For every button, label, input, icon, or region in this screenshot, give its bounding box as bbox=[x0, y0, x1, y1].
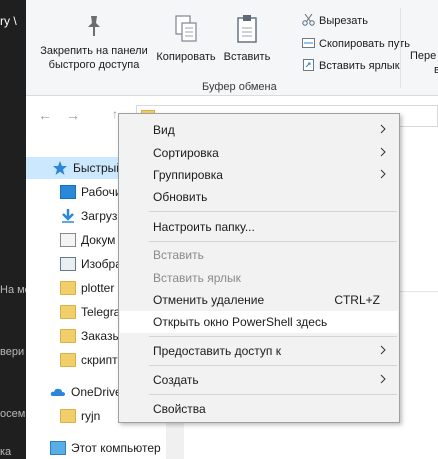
nav-item-label: скрипт bbox=[81, 353, 118, 367]
star-icon bbox=[53, 161, 67, 175]
copy-path-button[interactable]: Скопировать путь bbox=[302, 37, 410, 50]
content-divider bbox=[398, 280, 438, 292]
nav-item-label: plotter bbox=[81, 281, 115, 295]
nav-item-label: Загруз bbox=[81, 209, 118, 223]
menu-item-view[interactable]: Вид bbox=[120, 119, 398, 141]
chevron-right-icon bbox=[380, 374, 386, 384]
paste-shortcut-icon bbox=[303, 59, 314, 71]
forward-arrow-icon[interactable]: → bbox=[66, 107, 80, 123]
nav-item-label: Докум bbox=[81, 233, 116, 247]
menu-item-label: Свойства bbox=[153, 402, 206, 416]
copy-button[interactable]: Копировать bbox=[154, 14, 218, 64]
menu-item-label: Группировка bbox=[153, 168, 223, 182]
pin-quick-access-button[interactable]: Закрепить на панели быстрого доступа bbox=[32, 14, 156, 72]
menu-item-label: Вставить ярлык bbox=[153, 271, 241, 285]
computer-icon bbox=[50, 441, 66, 455]
ribbon-home: Закрепить на панели быстрого доступа Коп… bbox=[26, 0, 438, 96]
menu-separator bbox=[149, 365, 397, 366]
menu-separator bbox=[149, 241, 397, 242]
scissors-icon bbox=[302, 14, 315, 26]
chevron-right-icon bbox=[380, 169, 386, 179]
menu-item-properties[interactable]: Свойства bbox=[120, 398, 398, 420]
menu-item-label: Настроить папку... bbox=[153, 220, 255, 234]
context-menu: Вид Сортировка Группировка Обновить Наст… bbox=[118, 113, 400, 423]
paste-button[interactable]: Вставить bbox=[218, 14, 276, 64]
nav-item-label: Telegra bbox=[81, 305, 121, 319]
background-text-fragment: Ha мо bbox=[0, 284, 26, 296]
menu-item-label: Сортировка bbox=[153, 146, 219, 160]
nav-item-label: Изобра bbox=[81, 257, 122, 271]
copy-path-icon bbox=[302, 38, 315, 48]
back-arrow-icon[interactable]: ← bbox=[38, 107, 52, 123]
pin-icon bbox=[88, 16, 100, 36]
copy-path-label: Скопировать путь bbox=[319, 38, 410, 50]
cloud-icon bbox=[50, 388, 65, 396]
menu-item-undo-delete[interactable]: Отменить удаление CTRL+Z bbox=[120, 289, 398, 311]
paste-icon bbox=[237, 15, 257, 43]
download-icon bbox=[62, 209, 74, 223]
nav-item-this-pc[interactable]: Этот компьютер bbox=[26, 437, 166, 459]
menu-item-shortcut: CTRL+Z bbox=[334, 293, 380, 307]
ribbon-right-fragment: в bbox=[434, 64, 438, 76]
chevron-right-icon bbox=[380, 147, 386, 157]
menu-item-label: Предоставить доступ к bbox=[153, 344, 281, 358]
folder-icon bbox=[60, 409, 76, 423]
copy-label: Копировать bbox=[156, 51, 216, 63]
menu-item-customize-folder[interactable]: Настроить папку... bbox=[120, 216, 398, 238]
menu-item-label: Обновить bbox=[153, 190, 208, 204]
folder-icon bbox=[60, 329, 76, 343]
menu-item-label: Отменить удаление bbox=[153, 293, 265, 307]
menu-item-paste-shortcut: Вставить ярлык bbox=[120, 267, 398, 289]
menu-item-label: Создать bbox=[153, 373, 199, 387]
nav-item-label: Рабочи bbox=[81, 185, 122, 199]
ribbon-right-fragment[interactable]: Пере bbox=[410, 50, 436, 62]
ribbon-separator bbox=[400, 8, 401, 88]
desktop-icon bbox=[60, 185, 76, 199]
menu-item-label: Вставить bbox=[153, 248, 204, 262]
menu-item-label: Вид bbox=[153, 123, 175, 137]
nav-item-label: Заказы bbox=[81, 329, 122, 343]
menu-separator bbox=[149, 394, 397, 395]
background-window-strip: ry \ Ha мо вери осем ка bbox=[0, 0, 26, 459]
menu-item-new[interactable]: Создать bbox=[120, 369, 398, 391]
background-window-title: ry \ bbox=[0, 14, 17, 28]
nav-item-label: Быстрый bbox=[73, 161, 123, 175]
pin-label-line2: быстрого доступа bbox=[48, 59, 140, 71]
menu-item-sort[interactable]: Сортировка bbox=[120, 142, 398, 164]
menu-separator bbox=[149, 211, 397, 212]
background-text-fragment: ка bbox=[0, 446, 12, 458]
background-text-fragment: вери bbox=[0, 346, 25, 358]
copy-icon bbox=[175, 15, 197, 42]
menu-separator bbox=[149, 336, 397, 337]
pin-label-line1: Закрепить на панели bbox=[40, 45, 148, 57]
nav-item-label: OneDrive bbox=[71, 385, 122, 399]
chevron-right-icon bbox=[380, 124, 386, 134]
paste-label: Вставить bbox=[223, 51, 271, 63]
menu-item-group[interactable]: Группировка bbox=[120, 164, 398, 186]
menu-item-give-access[interactable]: Предоставить доступ к bbox=[120, 340, 398, 362]
folder-icon bbox=[60, 305, 76, 319]
folder-icon bbox=[60, 281, 76, 295]
menu-item-open-powershell[interactable]: Открыть окно PowerShell здесь bbox=[120, 311, 398, 333]
background-text-fragment: осем bbox=[0, 408, 26, 420]
paste-shortcut-label: Вставить ярлык bbox=[319, 60, 400, 72]
chevron-right-icon bbox=[380, 345, 386, 355]
menu-item-paste: Вставить bbox=[120, 244, 398, 266]
nav-item-label: ryjn bbox=[81, 409, 101, 423]
cut-button[interactable]: Вырезать bbox=[302, 14, 368, 27]
clipboard-group-label: Буфер обмена bbox=[202, 81, 277, 93]
folder-icon bbox=[60, 353, 76, 367]
cut-label: Вырезать bbox=[319, 15, 368, 27]
paste-shortcut-button[interactable]: Вставить ярлык bbox=[302, 59, 400, 72]
nav-item-label: Этот компьютер bbox=[71, 441, 161, 455]
pictures-icon bbox=[60, 257, 76, 271]
menu-item-label: Открыть окно PowerShell здесь bbox=[153, 315, 328, 329]
menu-item-refresh[interactable]: Обновить bbox=[120, 186, 398, 208]
document-icon bbox=[60, 233, 76, 247]
